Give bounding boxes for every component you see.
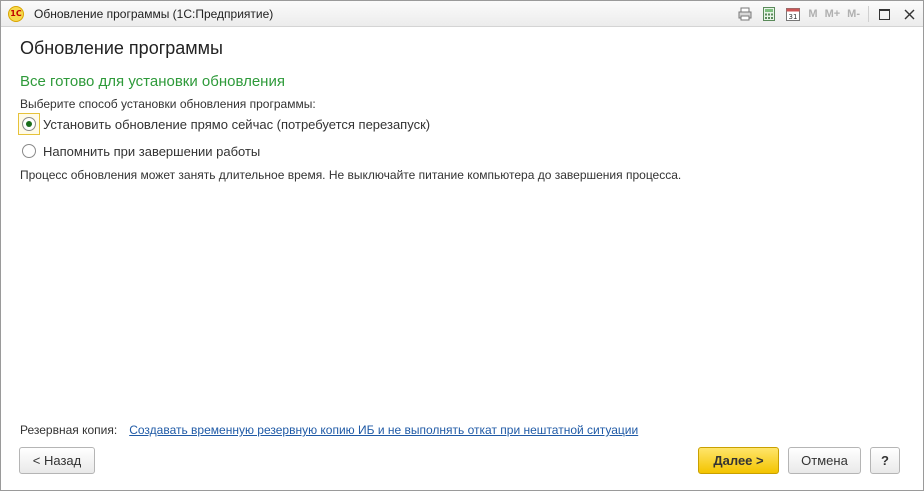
title-bar: 1С Обновление программы (1С:Предприятие) xyxy=(1,1,923,27)
app-logo-icon: 1С xyxy=(8,5,24,22)
backup-option-link[interactable]: Создавать временную резервную копию ИБ и… xyxy=(129,423,638,437)
title-bar-divider xyxy=(868,6,869,22)
radio-focus-frame xyxy=(18,113,40,135)
backup-label: Резервная копия: xyxy=(20,423,118,437)
cancel-button[interactable]: Отмена xyxy=(788,447,861,474)
help-button[interactable]: ? xyxy=(870,447,900,474)
title-bar-controls: 31 M M+ M- xyxy=(729,1,923,27)
radio-button-unchecked[interactable] xyxy=(22,144,36,158)
memory-button-m-plus[interactable]: M+ xyxy=(825,8,841,20)
radio-remind-on-exit-label[interactable]: Напомнить при завершении работы xyxy=(43,144,260,159)
back-button[interactable]: < Назад xyxy=(19,447,95,474)
radio-remind-on-exit[interactable]: Напомнить при завершении работы xyxy=(18,140,260,162)
print-icon[interactable] xyxy=(737,6,753,22)
radio-dot xyxy=(26,121,32,127)
window-title: Обновление программы (1С:Предприятие) xyxy=(34,6,274,21)
next-button[interactable]: Далее > xyxy=(698,447,779,474)
section-title: Все готово для установки обновления xyxy=(20,73,285,90)
calendar-icon[interactable]: 31 xyxy=(785,6,801,22)
backup-row: Резервная копия: Создавать временную рез… xyxy=(20,423,638,437)
radio-button-checked[interactable] xyxy=(22,117,36,131)
radio-install-now[interactable]: Установить обновление прямо сейчас (потр… xyxy=(18,113,430,135)
update-duration-note: Процесс обновления может занять длительн… xyxy=(20,168,682,182)
update-dialog-window: 1С Обновление программы (1С:Предприятие) xyxy=(0,0,924,491)
page-title: Обновление программы xyxy=(20,38,223,58)
close-icon[interactable] xyxy=(898,3,920,25)
calculator-icon[interactable] xyxy=(761,6,777,22)
radio-focus-frame xyxy=(18,140,40,162)
radio-install-now-label[interactable]: Установить обновление прямо сейчас (потр… xyxy=(43,117,430,132)
install-method-prompt: Выберите способ установки обновления про… xyxy=(20,97,316,111)
memory-button-m[interactable]: M xyxy=(808,8,817,20)
calendar-number: 31 xyxy=(789,13,798,21)
restore-window-icon[interactable] xyxy=(873,3,895,25)
memory-button-m-minus[interactable]: M- xyxy=(847,8,860,20)
